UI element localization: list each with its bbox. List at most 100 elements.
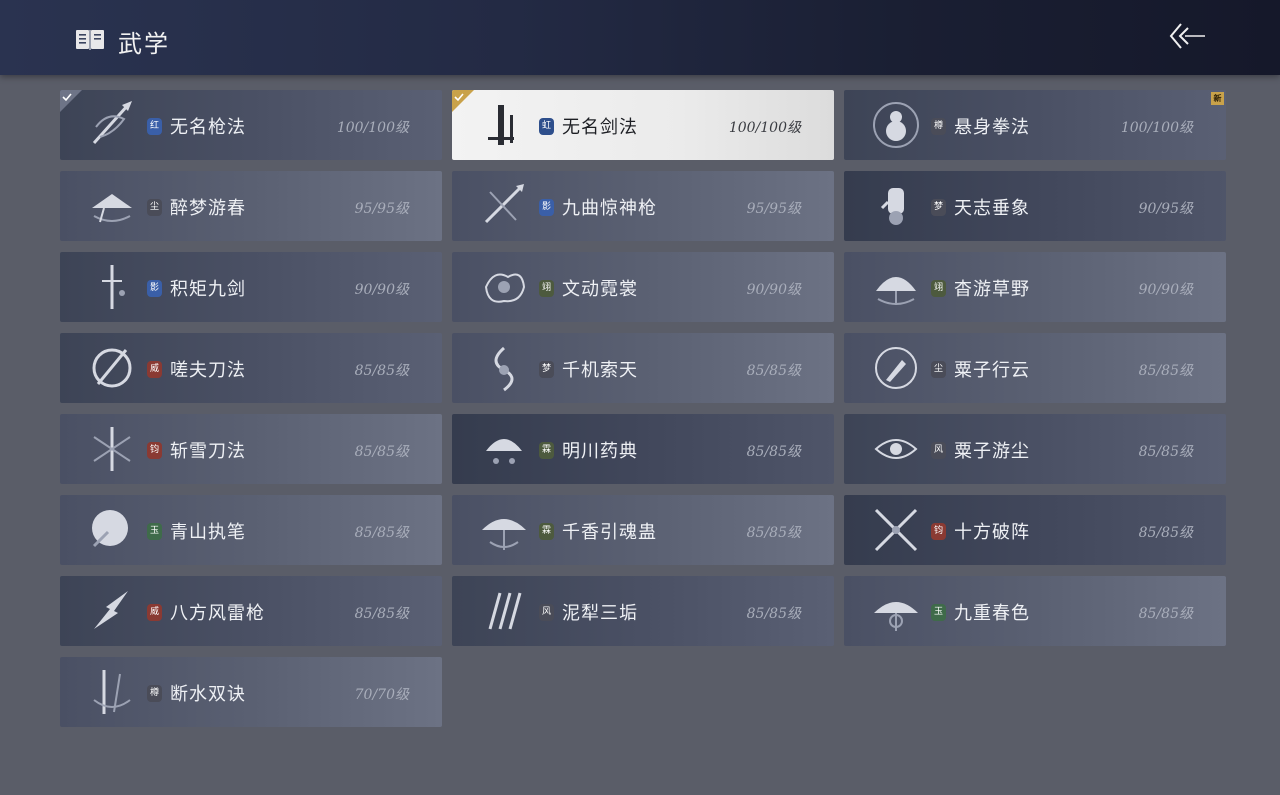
skill-level: 100/100级: [1120, 120, 1193, 136]
skill-name: 嗟夫刀法: [170, 360, 246, 381]
skill-name: 悬身拳法: [954, 117, 1030, 138]
skill-name: 九重春色: [954, 603, 1030, 624]
skill-level: 100/100级: [336, 120, 409, 136]
skill-name: 天志垂象: [954, 198, 1030, 219]
gourd-icon: [873, 102, 919, 148]
hand-icon: [880, 188, 904, 225]
skill-card[interactable]: 威嗟夫刀法 85/85级: [60, 333, 442, 403]
skill-level: 85/85级: [1138, 363, 1193, 379]
fan-round-icon: [92, 510, 128, 548]
skill-name: 粟子游尘: [954, 441, 1030, 462]
rarity-badge: 风: [539, 604, 554, 621]
skill-card[interactable]: 钧十方破阵 85/85级: [844, 495, 1226, 565]
rarity-badge: 梦: [539, 361, 554, 378]
skill-name: 醉梦游春: [170, 198, 246, 219]
top-bar: 武学: [0, 0, 1280, 75]
cloud-swirl-icon: [484, 273, 526, 303]
skill-name: 杳游草野: [954, 279, 1030, 300]
skill-card[interactable]: 翊杳游草野 90/90级: [844, 252, 1226, 322]
brush-circle-icon: [875, 347, 917, 389]
sword-stroke-icon: [488, 105, 514, 145]
whip-icon: [494, 346, 514, 392]
skill-name: 十方破阵: [954, 522, 1030, 543]
skill-name: 粟子行云: [954, 360, 1030, 381]
swirl-eye-icon: [874, 439, 918, 459]
snowflake-blade-icon: [93, 427, 131, 471]
skill-level: 85/85级: [354, 444, 409, 460]
skill-level: 90/90级: [746, 282, 801, 298]
skill-name: 无名剑法: [562, 117, 638, 138]
skill-card[interactable]: 梦天志垂象 90/95级: [844, 171, 1226, 241]
skill-level: 95/95级: [354, 201, 409, 217]
skill-card[interactable]: 虹无名剑法 100/100级: [452, 90, 834, 160]
skill-card[interactable]: 红无名枪法 100/100级: [60, 90, 442, 160]
rarity-badge: 翊: [931, 280, 946, 297]
rarity-badge: 樽: [147, 685, 162, 702]
skill-name: 千机索天: [562, 360, 638, 381]
rarity-badge: 虹: [539, 118, 554, 135]
skill-card[interactable]: 影九曲惊神枪 95/95级: [452, 171, 834, 241]
crossed-spear-icon: [484, 184, 524, 224]
skill-card[interactable]: 玉九重春色 85/85级: [844, 576, 1226, 646]
crossed-blades-icon: [874, 508, 918, 552]
medicine-fan-icon: [486, 439, 522, 464]
skill-card[interactable]: 翊文动霓裳 90/90级: [452, 252, 834, 322]
skill-name: 无名枪法: [170, 117, 246, 138]
skill-name: 青山执笔: [170, 522, 246, 543]
skill-level: 85/85级: [1138, 525, 1193, 541]
skill-card[interactable]: 樽断水双诀 70/70级: [60, 657, 442, 727]
skill-card[interactable]: 尘醉梦游春 95/95级: [60, 171, 442, 241]
spear-swirl-icon: [92, 101, 132, 145]
rarity-badge: 红: [147, 118, 162, 135]
triple-slash-icon: [488, 592, 522, 630]
twin-blade-icon: [93, 670, 131, 714]
skill-card[interactable]: 霖明川药典 85/85级: [452, 414, 834, 484]
rarity-badge: 玉: [147, 523, 162, 540]
skill-card[interactable]: 影积矩九剑 90/90级: [60, 252, 442, 322]
skill-card[interactable]: 玉青山执笔 85/85级: [60, 495, 442, 565]
fan-icon: [876, 277, 916, 305]
skill-name: 千香引魂蛊: [562, 522, 657, 543]
skill-level: 85/85级: [354, 363, 409, 379]
skill-card[interactable]: 钧斩雪刀法 85/85级: [60, 414, 442, 484]
skill-card[interactable]: 梦千机索天 85/85级: [452, 333, 834, 403]
skill-card[interactable]: 风粟子游尘 85/85级: [844, 414, 1226, 484]
hat-icon: [92, 194, 132, 223]
umbrella-icon: [482, 519, 526, 550]
sword-vertical-icon: [102, 265, 125, 309]
skill-card[interactable]: 风泥犁三垢 85/85级: [452, 576, 834, 646]
back-arrow-icon[interactable]: [1165, 20, 1209, 52]
skill-level: 85/85级: [746, 525, 801, 541]
rarity-badge: 玉: [931, 604, 946, 621]
skill-level: 85/85级: [746, 444, 801, 460]
skill-card[interactable]: 霖千香引魂蛊 85/85级: [452, 495, 834, 565]
skill-card[interactable]: 威八方风雷枪 85/85级: [60, 576, 442, 646]
lightning-spear-icon: [94, 591, 128, 629]
skill-name: 明川药典: [562, 441, 638, 462]
skill-name: 斩雪刀法: [170, 441, 246, 462]
skill-name: 断水双诀: [170, 684, 246, 705]
rarity-badge: 翊: [539, 280, 554, 297]
skill-name: 泥犁三垢: [562, 603, 638, 624]
blade-circle-icon: [92, 348, 132, 388]
rarity-badge: 威: [147, 604, 162, 621]
skill-level: 85/85级: [354, 606, 409, 622]
skill-level: 90/90级: [1138, 282, 1193, 298]
skill-name: 文动霓裳: [562, 279, 638, 300]
skill-name: 积矩九剑: [170, 279, 246, 300]
rarity-badge: 影: [147, 280, 162, 297]
rarity-badge: 梦: [931, 199, 946, 216]
skill-card[interactable]: 尘粟子行云 85/85级: [844, 333, 1226, 403]
rarity-badge: 尘: [931, 361, 946, 378]
equipped-check-icon: [452, 90, 474, 112]
new-tag: 新: [1211, 92, 1224, 105]
equipped-check-icon: [60, 90, 82, 112]
rarity-badge: 威: [147, 361, 162, 378]
rarity-badge: 钧: [931, 523, 946, 540]
skill-level: 100/100级: [728, 120, 801, 136]
skill-level: 95/95级: [746, 201, 801, 217]
skill-level: 85/85级: [354, 525, 409, 541]
skill-card[interactable]: 樽悬身拳法 100/100级 新: [844, 90, 1226, 160]
rarity-badge: 影: [539, 199, 554, 216]
page-title: 武学: [118, 30, 170, 58]
